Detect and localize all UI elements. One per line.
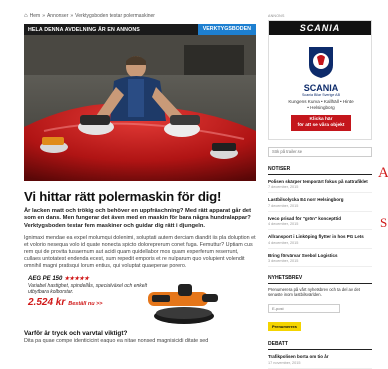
news-item[interactable]: Lastbilsolycka E4 norr Helsingborg 7 dec… [268,197,372,212]
scania-locations: Kungens Kurva • Kallhäll • Hinte • Helsi… [288,99,354,110]
news-date: 3 december, 2015 [268,259,299,264]
sidebar: ANNONS SCANIA SCANIA Scania Bilar Sverig… [268,14,372,369]
scania-brand: SCANIA [303,83,339,93]
article-body: Ignimaxi mendae ea expel molumqui doleni… [24,235,256,269]
news-heading: NOTISER [268,166,372,175]
article-lead: Är lacken matt och trökig och behöver en… [24,208,252,229]
home-icon[interactable]: ⌂ [24,13,28,19]
scania-subtitle: Scania Bilar Sverige AB [302,93,340,97]
email-field[interactable] [268,304,340,314]
scania-ad[interactable]: SCANIA SCANIA Scania Bilar Sverige AB Ku… [268,20,372,140]
product-ad-text: AEG PE 150 ★★★★★ Variabel hastighet, spi… [24,276,158,328]
ad-section-banner: HELA DENNA AVDELNING ÄR EN ANNONS VERKTY… [24,24,256,35]
scania-logo-icon [309,47,333,78]
ad-notice: HELA DENNA AVDELNING ÄR EN ANNONS [28,26,140,33]
hero-image [24,35,256,181]
main-column: ⌂ Hem » Annonser » Verktygsboden testar … [24,12,256,345]
debate-heading: DEBATT [268,341,372,351]
subscribe-button[interactable]: Prenumerera [268,322,301,332]
news-date: 4 december, 2015 [268,222,299,227]
product-price: 2.524 kr [28,296,66,308]
news-item[interactable]: Iveco prisad för "grön" koncepttid 4 dec… [268,216,372,231]
news-item[interactable]: Bring förvärvar Svebol Logistics 3 decem… [268,253,372,268]
article-title: Vi hittar rätt polermaskin för dig! [24,189,222,204]
news-date: 7 december, 2015 [268,185,299,190]
product-name: AEG PE 150 [28,275,63,282]
edge-letter-s: S [380,215,388,230]
order-link[interactable]: Beställ nu >> [68,301,102,307]
product-ad[interactable]: AEG PE 150 ★★★★★ Variabel hastighet, spi… [24,276,256,328]
news-list: Polisen skärper temporärt fokus på nattr… [268,179,372,268]
article-paragraph: Dita pa quae compe identicicint eaquo ea… [24,337,209,344]
edge-letter-a: A [378,165,388,181]
newsletter-heading: NYHETSBREV [268,275,372,285]
rating-stars: ★★★★★ [64,275,90,282]
breadcrumb-home[interactable]: Hem [30,13,41,19]
news-item[interactable]: Allransport i Linköping flytter in hos P… [268,234,372,249]
product-description: Variabel hastighet, spindellås, specialv… [28,282,148,295]
news-date: 4 december, 2015 [268,240,299,245]
ad-label: ANNONS [268,14,285,18]
scania-ad-header: SCANIA [269,21,371,35]
breadcrumb-current: Verktygsboden testar polermaskiner [75,13,155,19]
sponsor-label[interactable]: VERKTYGSBODEN [197,24,256,35]
scania-header-text: SCANIA [299,23,341,33]
newsletter-text: Prenumerera på vårt nyhetsbrev och ta de… [268,287,360,298]
polisher-image [148,283,218,324]
scania-cta-button[interactable]: Klicka här för att se våra objekt [291,115,351,131]
news-item[interactable]: Polisen skärper temporärt fokus på nattr… [268,179,372,194]
article-subheading: Varför är tryck och varvtal viktigt? [24,329,128,337]
breadcrumb: ⌂ Hem » Annonser » Verktygsboden testar … [24,13,155,19]
search-input[interactable] [268,146,372,157]
debate-date: 17 november, 2015 [268,360,301,365]
news-date: 7 december, 2015 [268,203,299,208]
breadcrumb-ads[interactable]: Annonser [47,13,68,19]
